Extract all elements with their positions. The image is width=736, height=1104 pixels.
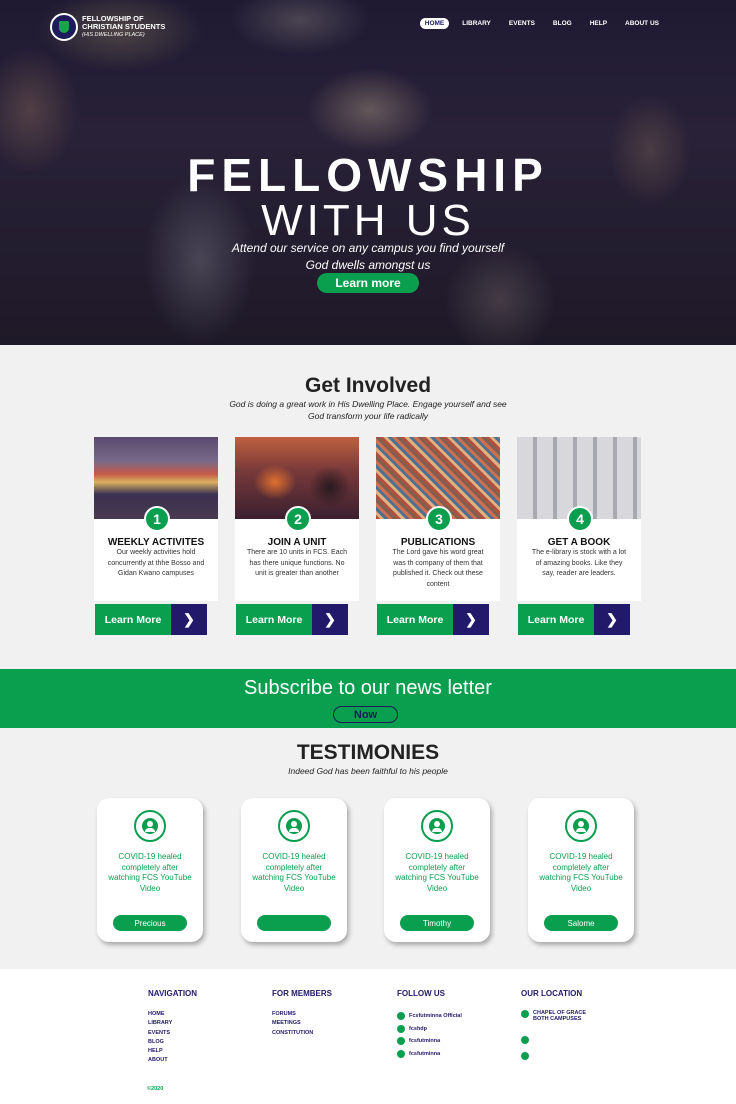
card-title: JOIN A UNIT: [267, 537, 327, 548]
hero-subtitle: Attend our service on any campus you fin…: [231, 241, 505, 255]
footer-link-events[interactable]: EVENTS: [148, 1029, 197, 1038]
card-number-badge: 3: [426, 506, 452, 532]
testimony-text: COVID-19 healed completely after watchin…: [395, 852, 479, 893]
card-number-badge: 2: [285, 506, 311, 532]
footer-link-library[interactable]: LIBRARY: [148, 1019, 197, 1028]
chevron-right-icon: ❯: [171, 604, 207, 635]
learn-more-label: Learn More: [95, 604, 171, 635]
testimony-author-button[interactable]: Timothy: [400, 915, 474, 931]
testimony-card: COVID-19 healed completely after watchin…: [384, 798, 490, 942]
card-weekly-activities: 1 WEEKLY ACTIVITES Our weekly activities…: [94, 437, 218, 601]
logo-emblem-icon: [50, 13, 78, 41]
card-join-unit: 2 JOIN A UNIT There are 10 units in FCS.…: [235, 437, 359, 601]
card-get-book: 4 GET A BOOK The e-library is stock with…: [517, 437, 641, 601]
phone-icon[interactable]: [521, 1036, 529, 1044]
get-book-learn-more-button[interactable]: Learn More ❯: [518, 604, 630, 635]
card-description: The e-library is stock with a lot of ama…: [531, 549, 627, 577]
nav-events[interactable]: EVENTS: [504, 18, 540, 29]
footer-navigation-heading: NAVIGATION: [148, 989, 198, 998]
footer-members: FOR MEMBERS FORUMS MEETINGS CONSTITUTION: [272, 989, 332, 1038]
testimony-text: COVID-19 healed completely after watchin…: [252, 852, 336, 893]
testimony-author-button[interactable]: Salome: [544, 915, 618, 931]
card-description: There are 10 units in FCS. Each has ther…: [247, 549, 347, 577]
hero-section: FELLOWSHIP OF CHRISTIAN STUDENTS (HIS DW…: [0, 0, 736, 345]
card-title: PUBLICATIONS: [400, 537, 476, 548]
hero-learn-more-button[interactable]: Learn more: [317, 273, 419, 293]
testimony-card: COVID-19 healed completely after watchin…: [97, 798, 203, 942]
chevron-right-icon: ❯: [312, 604, 348, 635]
copyright: ©2020: [147, 1086, 164, 1092]
testimonies-title: TESTIMONIES: [296, 741, 440, 764]
learn-more-label: Learn More: [518, 604, 594, 635]
location-pin-icon: [521, 1010, 529, 1018]
testimony-author-button[interactable]: Precious: [113, 915, 187, 931]
twitter-icon: [397, 1024, 405, 1033]
footer-link-forums[interactable]: FORUMS: [272, 1010, 332, 1019]
card-description: Our weekly activities hold concurrently …: [107, 549, 205, 577]
testimony-card: COVID-19 healed completely after watchin…: [241, 798, 347, 942]
youtube-icon: [397, 1012, 405, 1021]
twitter-link[interactable]: fcshdp: [397, 1023, 462, 1036]
footer-navigation: NAVIGATION HOME LIBRARY EVENTS BLOG HELP…: [148, 989, 197, 1066]
brand-logo[interactable]: FELLOWSHIP OF CHRISTIAN STUDENTS (HIS DW…: [50, 13, 165, 41]
hero-title: FELLOWSHIP: [187, 149, 549, 201]
newsletter-title: Subscribe to our news letter: [244, 677, 492, 699]
get-involved-title: Get Involved: [304, 374, 432, 397]
main-nav: HOME LIBRARY EVENTS BLOG HELP ABOUT US: [419, 18, 664, 29]
footer-link-home[interactable]: HOME: [148, 1010, 197, 1019]
footer-link-meetings[interactable]: MEETINGS: [272, 1019, 332, 1028]
location-address: CHAPEL OF GRACE BOTH CAMPUSES: [533, 1010, 587, 1022]
join-unit-learn-more-button[interactable]: Learn More ❯: [236, 604, 348, 635]
subscribe-now-button[interactable]: Now: [333, 706, 398, 723]
footer-follow-heading: FOLLOW US: [397, 989, 445, 998]
card-number-badge: 1: [144, 506, 170, 532]
card-publications: 3 PUBLICATIONS The Lord gave his word gr…: [376, 437, 500, 601]
hero-subtitle-second: God dwells amongst us: [305, 258, 431, 272]
learn-more-label: Learn More: [377, 604, 453, 635]
user-avatar-icon: [565, 810, 597, 842]
user-avatar-icon: [134, 810, 166, 842]
footer-location: OUR LOCATION CHAPEL OF GRACE BOTH CAMPUS…: [521, 989, 593, 1060]
footer-link-blog[interactable]: BLOG: [148, 1038, 197, 1047]
nav-library[interactable]: LIBRARY: [457, 18, 496, 29]
card-title: WEEKLY ACTIVITES: [107, 537, 205, 548]
facebook-link[interactable]: fcsfutminna: [397, 1048, 462, 1061]
card-number-badge: 4: [567, 506, 593, 532]
testimony-card: COVID-19 healed completely after watchin…: [528, 798, 634, 942]
nav-home[interactable]: HOME: [419, 18, 450, 29]
user-avatar-icon: [421, 810, 453, 842]
testimony-text: COVID-19 healed completely after watchin…: [108, 852, 192, 893]
user-avatar-icon: [278, 810, 310, 842]
footer-link-about[interactable]: ABOUT: [148, 1056, 197, 1065]
get-involved-subtitle: God is doing a great work in His Dwellin…: [229, 399, 507, 421]
weekly-activities-learn-more-button[interactable]: Learn More ❯: [95, 604, 207, 635]
facebook-icon: [397, 1049, 405, 1058]
learn-more-label: Learn More: [236, 604, 312, 635]
footer-link-constitution[interactable]: CONSTITUTION: [272, 1029, 332, 1038]
brand-line3: (HIS DWELLING PLACE): [82, 32, 145, 38]
email-icon[interactable]: [521, 1052, 529, 1060]
testimonies-subtitle: Indeed God has been faithful to his peop…: [288, 766, 448, 776]
footer: NAVIGATION HOME LIBRARY EVENTS BLOG HELP…: [0, 969, 736, 1104]
chevron-right-icon: ❯: [594, 604, 630, 635]
footer-location-heading: OUR LOCATION: [521, 989, 583, 998]
card-description: The Lord gave his word great was th comp…: [392, 549, 484, 588]
footer-link-help[interactable]: HELP: [148, 1047, 197, 1056]
testimony-text: COVID-19 healed completely after watchin…: [539, 852, 623, 893]
chevron-right-icon: ❯: [453, 604, 489, 635]
card-title: GET A BOOK: [547, 537, 611, 548]
publications-learn-more-button[interactable]: Learn More ❯: [377, 604, 489, 635]
youtube-link[interactable]: Fcsfutminna Official: [397, 1010, 462, 1023]
hero-title-second-line: WITH US: [261, 196, 475, 245]
brand-line2: CHRISTIAN STUDENTS: [82, 22, 166, 31]
footer-follow: FOLLOW US Fcsfutminna Official fcshdp fc…: [397, 989, 462, 1060]
nav-blog[interactable]: BLOG: [548, 18, 577, 29]
footer-members-heading: FOR MEMBERS: [272, 989, 332, 998]
newsletter-band: Subscribe to our news letter Now: [0, 669, 736, 728]
instagram-icon: [397, 1037, 405, 1046]
nav-help[interactable]: HELP: [585, 18, 612, 29]
instagram-link[interactable]: fcsfutminna: [397, 1035, 462, 1048]
nav-about-us[interactable]: ABOUT US: [620, 18, 664, 29]
testimony-author-button[interactable]: [257, 915, 331, 931]
